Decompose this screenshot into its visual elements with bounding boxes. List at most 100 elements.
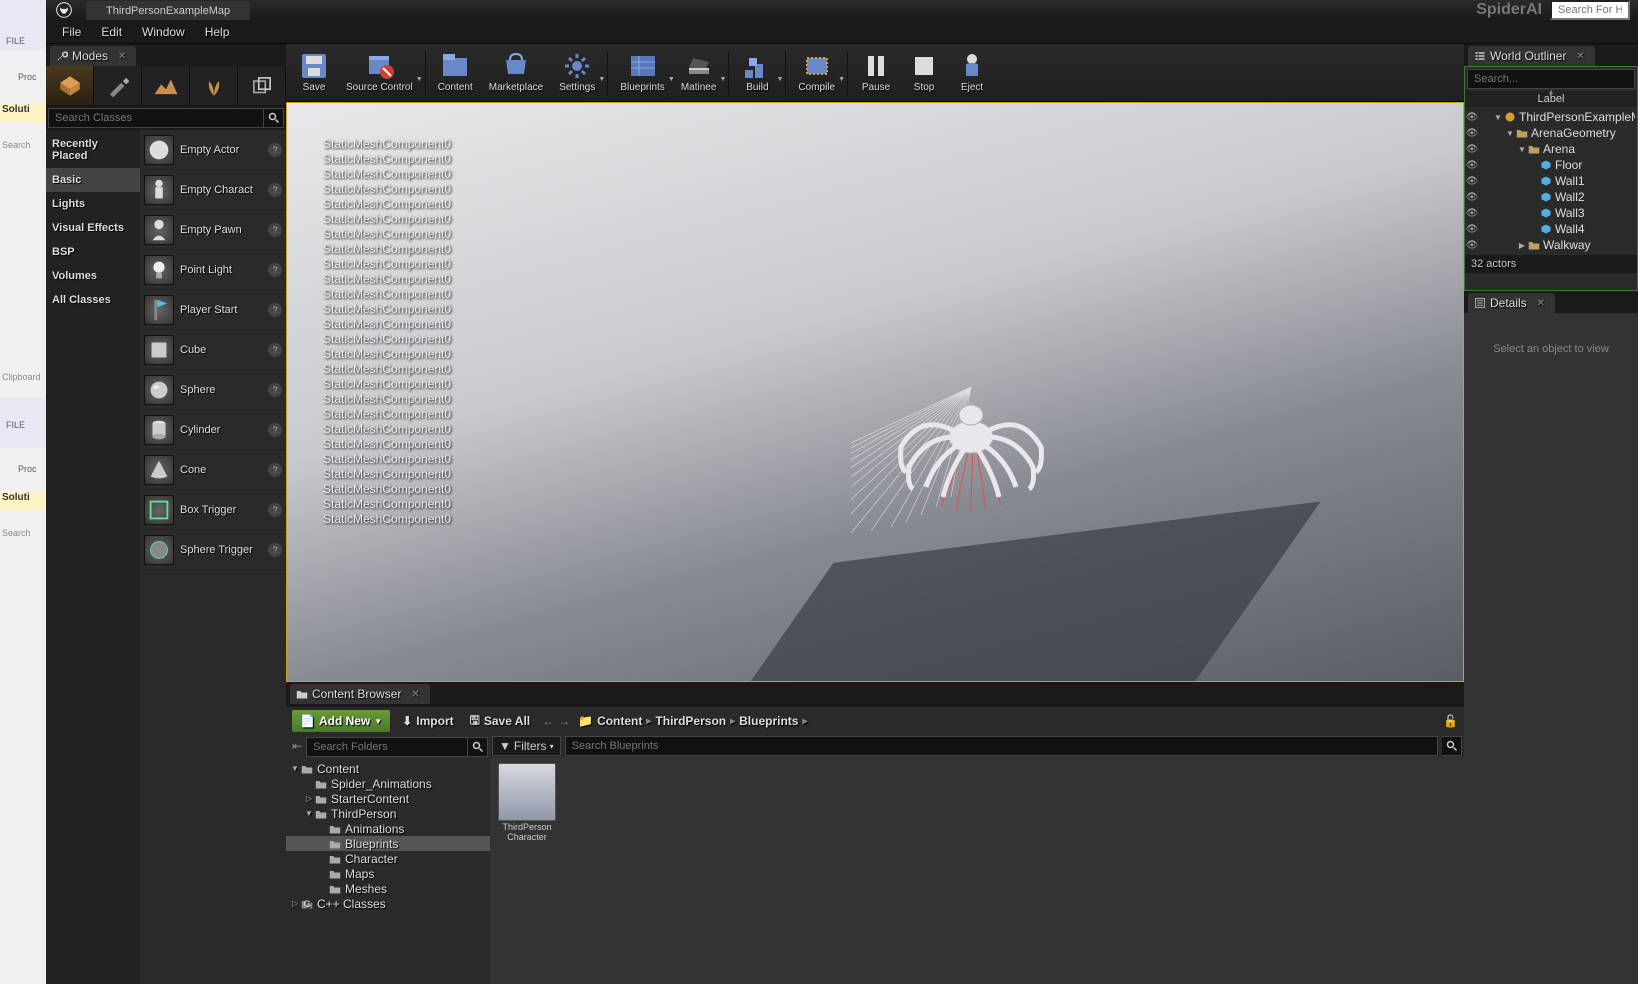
actor-box-trigger[interactable]: Box Trigger? — [140, 490, 286, 530]
menu-edit[interactable]: Edit — [91, 23, 132, 41]
back-button[interactable]: ← — [542, 714, 554, 728]
visibility-icon[interactable]: 👁 — [1465, 112, 1479, 123]
outliner-item-walkway[interactable]: 👁▶Walkway — [1465, 237, 1637, 253]
category-recently-placed[interactable]: Recently Placed — [46, 132, 140, 168]
actor-cylinder[interactable]: Cylinder? — [140, 410, 286, 450]
close-icon[interactable]: ✕ — [1537, 298, 1545, 309]
folder-startercontent[interactable]: ▷StarterContent — [286, 791, 490, 806]
help-icon[interactable]: ? — [268, 383, 282, 397]
forward-button[interactable]: → — [558, 714, 570, 728]
paint-mode-icon[interactable] — [94, 66, 142, 105]
help-icon[interactable]: ? — [268, 223, 282, 237]
folder-character[interactable]: Character — [286, 851, 490, 866]
landscape-mode-icon[interactable] — [142, 66, 190, 105]
outliner-item-arena[interactable]: 👁▼Arena — [1465, 141, 1637, 157]
compile-button[interactable]: Compile▼ — [790, 50, 843, 95]
search-icon[interactable] — [1442, 736, 1462, 756]
asset-grid[interactable]: ThirdPerson Character — [490, 757, 1464, 984]
close-icon[interactable]: ✕ — [411, 689, 419, 700]
folder-meshes[interactable]: Meshes — [286, 881, 490, 896]
menu-help[interactable]: Help — [195, 23, 240, 41]
content-browser-tab[interactable]: Content Browser ✕ — [290, 684, 430, 704]
category-bsp[interactable]: BSP — [46, 240, 140, 264]
actor-empty-charact[interactable]: Empty Charact? — [140, 170, 286, 210]
expand-icon[interactable]: ▼ — [1517, 145, 1527, 154]
visibility-icon[interactable]: 👁 — [1465, 160, 1479, 171]
category-lights[interactable]: Lights — [46, 192, 140, 216]
actor-empty-pawn[interactable]: Empty Pawn? — [140, 210, 286, 250]
visibility-icon[interactable]: 👁 — [1465, 192, 1479, 203]
category-all-classes[interactable]: All Classes — [46, 288, 140, 312]
search-assets-input[interactable] — [565, 736, 1438, 756]
category-basic[interactable]: Basic — [46, 168, 140, 192]
visibility-icon[interactable]: 👁 — [1465, 240, 1479, 251]
outliner-search-input[interactable] — [1467, 69, 1635, 89]
expand-icon[interactable]: ▷ — [304, 794, 314, 803]
actor-player-start[interactable]: Player Start? — [140, 290, 286, 330]
help-icon[interactable]: ? — [268, 503, 282, 517]
source-control-button[interactable]: Source Control▼ — [338, 50, 421, 95]
modes-tab[interactable]: Modes ✕ — [50, 46, 136, 66]
help-icon[interactable]: ? — [268, 463, 282, 477]
matinee-button[interactable]: Matinee▼ — [673, 50, 725, 95]
actor-cube[interactable]: Cube? — [140, 330, 286, 370]
asset-thirdperson-character[interactable]: ThirdPerson Character — [496, 763, 558, 978]
search-folders-input[interactable] — [306, 737, 468, 757]
expand-icon[interactable]: ▶ — [1517, 241, 1527, 250]
visibility-icon[interactable]: 👁 — [1465, 176, 1479, 187]
category-volumes[interactable]: Volumes — [46, 264, 140, 288]
stop-button[interactable]: Stop — [900, 50, 948, 95]
folder-blueprints[interactable]: Blueprints — [286, 836, 490, 851]
outliner-item-floor[interactable]: 👁Floor — [1465, 157, 1637, 173]
blueprints-button[interactable]: Blueprints▼ — [612, 50, 672, 95]
folder-spider-animations[interactable]: Spider_Animations — [286, 776, 490, 791]
expand-icon[interactable]: ▷ — [290, 899, 300, 908]
expand-icon[interactable]: ▼ — [290, 764, 300, 773]
folder-maps[interactable]: Maps — [286, 866, 490, 881]
help-icon[interactable]: ? — [268, 303, 282, 317]
menu-window[interactable]: Window — [132, 23, 195, 41]
visibility-icon[interactable]: 👁 — [1465, 208, 1479, 219]
level-tab[interactable]: ThirdPersonExampleMap — [86, 1, 250, 21]
close-icon[interactable]: ✕ — [118, 51, 126, 62]
actor-sphere-trigger[interactable]: Sphere Trigger? — [140, 530, 286, 570]
details-tab[interactable]: Details ✕ — [1468, 293, 1555, 313]
visibility-icon[interactable]: 👁 — [1465, 224, 1479, 235]
save-all-button[interactable]: 🖫Save All — [466, 709, 534, 734]
search-icon[interactable] — [468, 737, 488, 757]
search-icon[interactable] — [264, 108, 284, 128]
help-icon[interactable]: ? — [268, 543, 282, 557]
outliner-item-wall2[interactable]: 👁Wall2 — [1465, 189, 1637, 205]
menu-file[interactable]: File — [52, 23, 91, 41]
actor-cone[interactable]: Cone? — [140, 450, 286, 490]
geometry-mode-icon[interactable] — [238, 66, 286, 105]
outliner-item-wall1[interactable]: 👁Wall1 — [1465, 173, 1637, 189]
visibility-icon[interactable]: 👁 — [1465, 144, 1479, 155]
help-icon[interactable]: ? — [268, 263, 282, 277]
outliner-item-wall4[interactable]: 👁Wall4 — [1465, 221, 1637, 237]
foliage-mode-icon[interactable] — [190, 66, 238, 105]
import-button[interactable]: ⬇Import — [398, 712, 457, 730]
actor-sphere[interactable]: Sphere? — [140, 370, 286, 410]
close-icon[interactable]: ✕ — [1576, 51, 1584, 62]
settings-button[interactable]: Settings▼ — [551, 50, 603, 95]
outliner-tree[interactable]: 👁▼ThirdPersonExampleMap👁▼ArenaGeometry👁▼… — [1465, 107, 1637, 255]
marketplace-button[interactable]: Marketplace — [481, 50, 551, 95]
viewport[interactable]: StaticMeshComponent0StaticMeshComponent0… — [286, 102, 1464, 682]
filters-button[interactable]: ▼Filters▾ — [492, 736, 561, 756]
eject-button[interactable]: Eject — [948, 50, 996, 95]
help-icon[interactable]: ? — [268, 423, 282, 437]
folder-animations[interactable]: Animations — [286, 821, 490, 836]
breadcrumb-thirdperson[interactable]: ThirdPerson — [655, 714, 726, 728]
place-mode-icon[interactable] — [46, 66, 94, 105]
folder-tree[interactable]: ▼ContentSpider_Animations▷StarterContent… — [286, 759, 490, 984]
outliner-header[interactable]: Label — [1465, 91, 1637, 107]
visibility-icon[interactable]: 👁 — [1465, 128, 1479, 139]
breadcrumb-blueprints[interactable]: Blueprints — [739, 714, 798, 728]
search-classes-input[interactable] — [48, 108, 264, 128]
outliner-item-arenageometry[interactable]: 👁▼ArenaGeometry — [1465, 125, 1637, 141]
build-button[interactable]: Build▼ — [733, 50, 781, 95]
outliner-item-thirdpersonexamplemap[interactable]: 👁▼ThirdPersonExampleMap — [1465, 109, 1637, 125]
folder-content[interactable]: ▼Content — [286, 761, 490, 776]
breadcrumb-content[interactable]: Content — [597, 714, 642, 728]
